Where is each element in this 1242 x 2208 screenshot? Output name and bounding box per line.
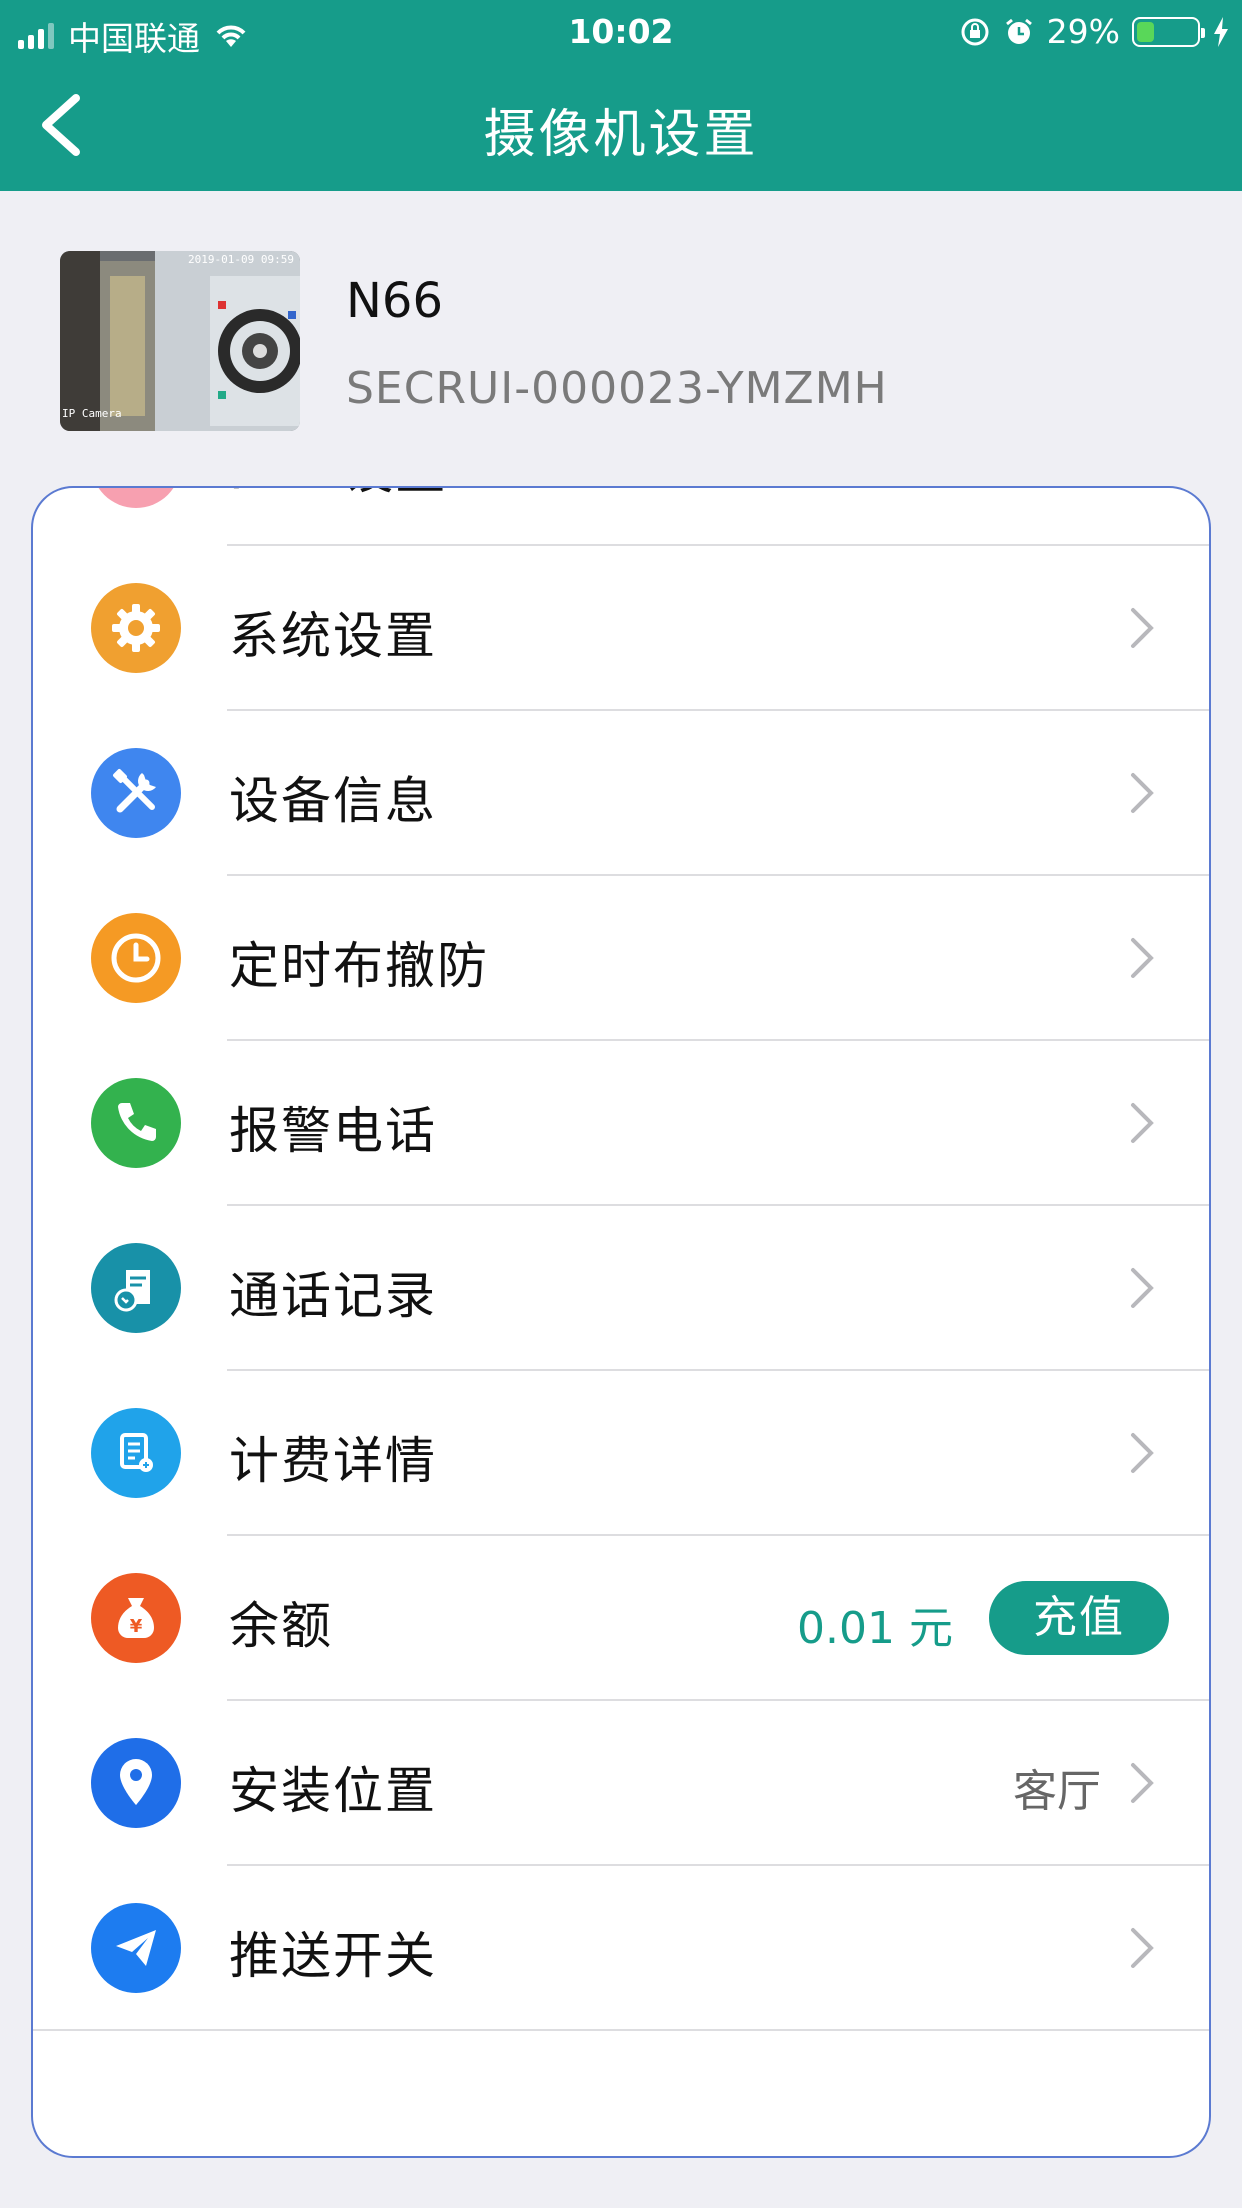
chevron-right-icon bbox=[1131, 1433, 1154, 1473]
menu-item-label: 系统设置 bbox=[229, 607, 437, 665]
tools-icon bbox=[91, 748, 181, 838]
chevron-right-icon bbox=[1131, 773, 1154, 813]
menu-item-device-info[interactable]: 设备信息 bbox=[33, 711, 1209, 876]
status-bar: 中国联通 10:02 29% bbox=[0, 0, 1242, 62]
page-title: 摄像机设置 bbox=[483, 105, 759, 165]
recharge-button[interactable]: 充值 bbox=[989, 1581, 1169, 1655]
thumb-caption: IP Camera bbox=[62, 407, 122, 420]
gear-icon bbox=[91, 583, 181, 673]
menu-item-label: 定时布撤防 bbox=[229, 937, 489, 995]
device-header[interactable]: 2019-01-09 09:59 IP Camera N66 SECRUI-00… bbox=[60, 251, 1200, 431]
svg-text:¥: ¥ bbox=[130, 1616, 143, 1637]
menu-item-install-location[interactable]: 安装位置 客厅 bbox=[33, 1701, 1209, 1866]
settings-card: PTT 设置 系统设置 bbox=[31, 486, 1211, 2158]
menu-item-label: 计费详情 bbox=[229, 1432, 437, 1490]
chevron-right-icon bbox=[1131, 608, 1154, 648]
menu-item-label: 报警电话 bbox=[229, 1102, 437, 1160]
chevron-right-icon bbox=[1131, 1928, 1154, 1968]
charging-icon bbox=[1214, 16, 1228, 47]
chevron-right-icon bbox=[1131, 1103, 1154, 1143]
battery-level-fill bbox=[1137, 21, 1154, 42]
alarm-icon bbox=[1005, 18, 1032, 44]
menu-item-system-settings[interactable]: 系统设置 bbox=[33, 546, 1209, 711]
call-log-icon bbox=[91, 1243, 181, 1333]
clock-icon bbox=[91, 913, 181, 1003]
install-location-value: 客厅 bbox=[1013, 1766, 1101, 1817]
menu-item-label: 通话记录 bbox=[229, 1267, 437, 1325]
ptt-icon bbox=[91, 488, 181, 508]
location-pin-icon bbox=[91, 1738, 181, 1828]
menu-item-label: 安装位置 bbox=[229, 1762, 437, 1820]
status-right: 29% bbox=[959, 12, 1230, 51]
camera-thumbnail[interactable]: 2019-01-09 09:59 IP Camera bbox=[60, 251, 300, 431]
menu-item-push-toggle[interactable]: 推送开关 bbox=[33, 1866, 1209, 2031]
row-divider bbox=[33, 2029, 1209, 2031]
battery-icon bbox=[1132, 16, 1205, 47]
phone-icon bbox=[91, 1078, 181, 1168]
menu-item-schedule-arm[interactable]: 定时布撤防 bbox=[33, 876, 1209, 1041]
battery-percent: 29% bbox=[1046, 12, 1120, 51]
chevron-right-icon bbox=[1131, 938, 1154, 978]
menu-item-alarm-phone[interactable]: 报警电话 bbox=[33, 1041, 1209, 1206]
device-id: SECRUI-000023-YMZMH bbox=[346, 363, 888, 414]
thumb-timestamp: 2019-01-09 09:59 bbox=[188, 253, 294, 266]
menu-item-balance: ¥ 余额 0.01 元 充值 bbox=[33, 1536, 1209, 1701]
menu-item-label: 推送开关 bbox=[229, 1927, 437, 1985]
bill-icon bbox=[91, 1408, 181, 1498]
device-name: N66 bbox=[346, 273, 443, 329]
menu-item-ptt[interactable]: PTT 设置 bbox=[33, 488, 1209, 546]
balance-value: 0.01 元 bbox=[797, 1603, 953, 1654]
money-bag-icon: ¥ bbox=[91, 1573, 181, 1663]
chevron-right-icon bbox=[1131, 1763, 1154, 1803]
menu-item-label: 设备信息 bbox=[229, 772, 437, 830]
menu-item-billing-details[interactable]: 计费详情 bbox=[33, 1371, 1209, 1536]
menu-item-label: 余额 bbox=[229, 1597, 333, 1655]
menu-item-label: PTT 设置 bbox=[229, 488, 447, 503]
chevron-right-icon bbox=[1131, 1268, 1154, 1308]
menu-item-call-log[interactable]: 通话记录 bbox=[33, 1206, 1209, 1371]
rotation-lock-icon bbox=[961, 18, 989, 45]
top-bar: 中国联通 10:02 29% 摄像机设置 bbox=[0, 0, 1242, 191]
send-icon bbox=[91, 1903, 181, 1993]
